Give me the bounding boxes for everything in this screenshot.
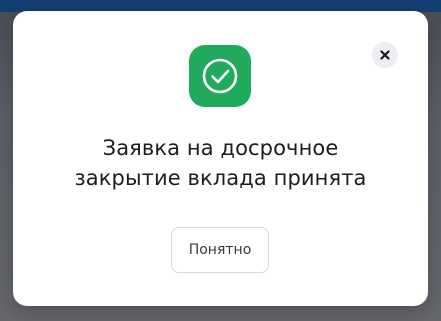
dialog-message: Заявка на досрочное закрытие вклада прин… xyxy=(13,133,428,193)
close-button[interactable] xyxy=(372,42,398,68)
success-badge xyxy=(189,45,251,107)
dialog-message-line-1: Заявка на досрочное xyxy=(102,136,339,160)
confirm-button[interactable]: Понятно xyxy=(171,227,269,273)
dialog-message-line-2: закрытие вклада принята xyxy=(74,166,367,190)
close-icon xyxy=(380,50,390,60)
success-dialog: Заявка на досрочное закрытие вклада прин… xyxy=(13,11,428,306)
check-circle-icon xyxy=(202,58,238,94)
